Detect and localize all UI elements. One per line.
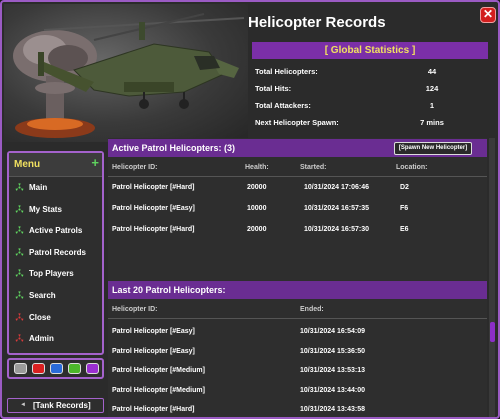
column-header: Started: bbox=[300, 164, 327, 171]
divider bbox=[108, 318, 487, 319]
menu-item-main[interactable]: Main bbox=[9, 177, 102, 199]
stat-label: Next Helicopter Spawn: bbox=[255, 118, 339, 127]
table-cell: Patrol Helicopter [#Medium] bbox=[112, 386, 205, 394]
radiation-icon bbox=[15, 248, 24, 256]
table-cell: 10/31/2024 13:44:00 bbox=[300, 386, 365, 394]
stat-value: 124 bbox=[425, 84, 439, 93]
theme-color-picker bbox=[7, 358, 104, 379]
menu-item-patrol-records[interactable]: Patrol Records bbox=[9, 242, 102, 264]
table-cell: 10000 bbox=[247, 205, 267, 212]
column-header: Location: bbox=[396, 164, 428, 171]
history-header: Last 20 Patrol Helicopters: bbox=[108, 281, 487, 299]
column-header: Helicopter ID: bbox=[112, 306, 158, 313]
menu-item-close[interactable]: Close bbox=[9, 307, 102, 329]
helicopter-image bbox=[38, 13, 245, 109]
column-header: Helicopter ID: bbox=[112, 164, 158, 171]
stat-label: Total Attackers: bbox=[255, 101, 311, 110]
theme-swatch-gray[interactable] bbox=[14, 363, 27, 374]
sidebar-menu: Menu + Main My Stats Active Patrols Patrol … bbox=[7, 151, 104, 355]
theme-swatch-blue[interactable] bbox=[50, 363, 63, 374]
column-header: Ended: bbox=[300, 306, 324, 313]
menu-item-label: Active Patrols bbox=[29, 226, 83, 236]
scrollbar-thumb[interactable] bbox=[490, 322, 495, 342]
radiation-icon bbox=[15, 269, 24, 278]
table-cell: Patrol Helicopter [#Hard] bbox=[112, 184, 195, 191]
window-title: Helicopter Records bbox=[248, 14, 386, 31]
stat-label: Total Helicopters: bbox=[255, 67, 318, 76]
menu-title: Menu bbox=[14, 159, 41, 170]
hero-banner bbox=[4, 4, 248, 142]
table-cell: 10/31/2024 15:36:50 bbox=[300, 347, 365, 355]
menu-item-top-players[interactable]: Top Players bbox=[9, 263, 102, 285]
table-cell: 10/31/2024 13:43:58 bbox=[300, 406, 365, 413]
radiation-icon bbox=[15, 226, 24, 235]
table-cell: E6 bbox=[400, 226, 409, 233]
radiation-icon bbox=[15, 334, 24, 343]
menu-item-active-patrols[interactable]: Active Patrols bbox=[9, 220, 102, 242]
table-cell: Patrol Helicopter [#Hard] bbox=[112, 226, 195, 233]
plus-icon[interactable]: + bbox=[91, 155, 99, 170]
table-cell: 20000 bbox=[247, 184, 267, 191]
column-header: Health: bbox=[245, 164, 269, 171]
menu-item-label: Top Players bbox=[29, 269, 74, 279]
table-cell: Patrol Helicopter [#Hard] bbox=[112, 406, 195, 413]
menu-header: Menu + bbox=[9, 153, 102, 177]
scrollbar-track[interactable] bbox=[489, 138, 495, 417]
radiation-icon bbox=[15, 291, 24, 299]
radiation-icon bbox=[15, 204, 24, 213]
radiation-icon bbox=[15, 312, 24, 321]
stat-value: 44 bbox=[427, 67, 437, 76]
close-icon: ✕ bbox=[482, 7, 494, 21]
menu-item-label: Close bbox=[29, 312, 51, 322]
tank-records-label: [Tank Records] bbox=[33, 401, 91, 410]
tank-records-button[interactable]: ◄ [Tank Records] bbox=[7, 398, 104, 413]
divider bbox=[108, 176, 487, 177]
history-title: Last 20 Patrol Helicopters: bbox=[112, 285, 226, 295]
close-button[interactable]: ✕ bbox=[480, 7, 496, 23]
table-cell: 10/31/2024 17:06:46 bbox=[304, 184, 369, 191]
menu-item-label: Admin bbox=[29, 334, 54, 344]
active-patrols-title: Active Patrol Helicopters: (3) bbox=[112, 143, 236, 153]
main-panel bbox=[108, 138, 487, 417]
table-cell: Patrol Helicopter [#Easy] bbox=[112, 328, 195, 335]
table-cell: 10/31/2024 16:54:09 bbox=[300, 328, 365, 335]
menu-item-search[interactable]: Search bbox=[9, 285, 102, 307]
stat-value: 7 mins bbox=[420, 118, 444, 127]
table-cell: 10/31/2024 16:57:35 bbox=[304, 205, 369, 212]
table-cell: D2 bbox=[400, 184, 409, 191]
menu-list: Main My Stats Active Patrols Patrol Records… bbox=[9, 177, 102, 350]
global-statistics-header: [ Global Statistics ] bbox=[252, 42, 488, 59]
menu-item-label: Main bbox=[29, 183, 48, 192]
menu-item-label: My Stats bbox=[29, 204, 62, 214]
table-cell: Patrol Helicopter [#Medium] bbox=[112, 367, 205, 374]
table-cell: 10/31/2024 16:57:30 bbox=[304, 226, 369, 233]
menu-item-label: Patrol Records bbox=[29, 247, 86, 257]
table-cell: Patrol Helicopter [#Easy] bbox=[112, 205, 195, 212]
table-cell: 10/31/2024 13:53:13 bbox=[300, 367, 365, 374]
table-cell: 20000 bbox=[247, 226, 267, 233]
menu-item-my-stats[interactable]: My Stats bbox=[9, 199, 102, 221]
table-cell: Patrol Helicopter [#Easy] bbox=[112, 347, 195, 355]
helicopter-records-window: Helicopter Records ✕ [ Global Statistics… bbox=[0, 0, 500, 419]
theme-swatch-purple[interactable] bbox=[86, 363, 99, 374]
spawn-helicopter-button[interactable]: [Spawn New Helicopter] bbox=[394, 142, 472, 155]
table-cell: F6 bbox=[400, 205, 409, 212]
arrow-left-icon: ◄ bbox=[20, 402, 26, 408]
theme-swatch-red[interactable] bbox=[32, 363, 45, 374]
stat-label: Total Hits: bbox=[255, 84, 292, 93]
theme-swatch-green[interactable] bbox=[68, 363, 81, 374]
radiation-icon bbox=[15, 183, 24, 191]
menu-item-label: Search bbox=[29, 290, 56, 300]
stat-value: 1 bbox=[429, 101, 435, 110]
menu-item-admin[interactable]: Admin bbox=[9, 328, 102, 350]
